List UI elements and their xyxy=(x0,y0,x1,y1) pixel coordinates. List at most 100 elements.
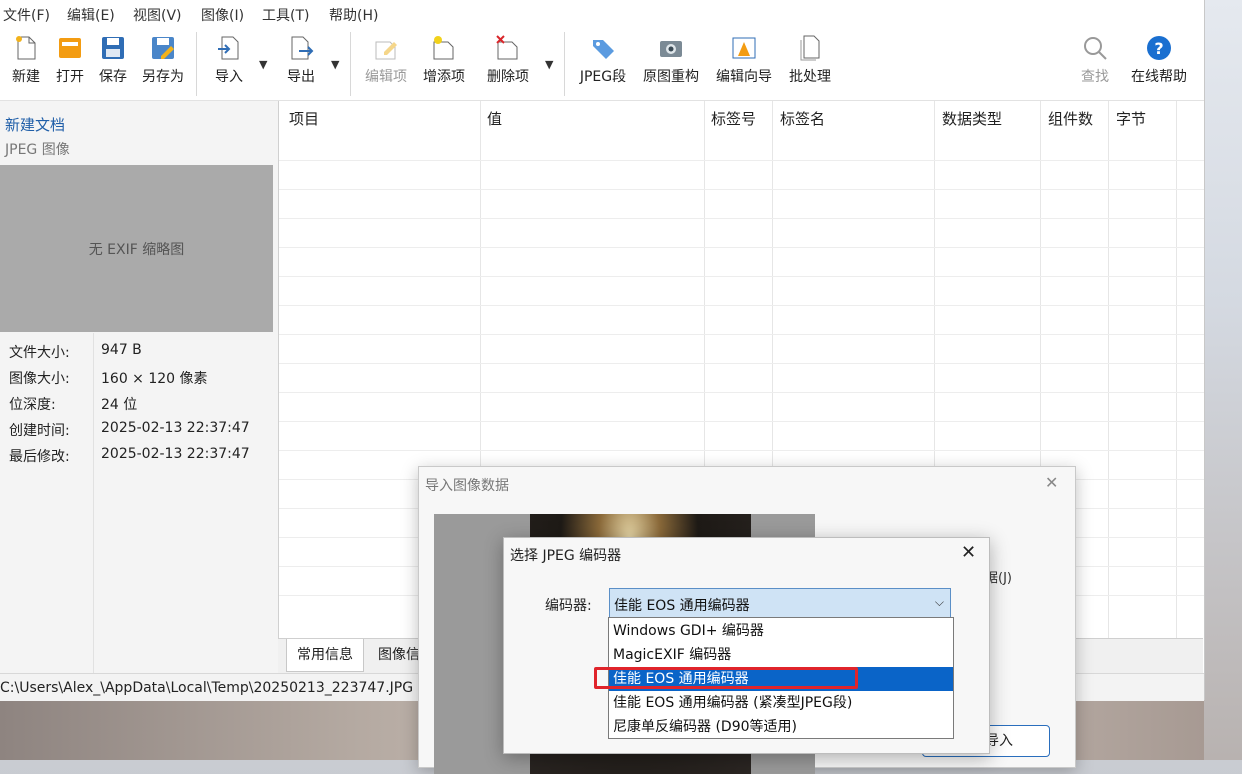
encoder-option-gdi[interactable]: Windows GDI+ 编码器 xyxy=(609,619,953,643)
batch-button[interactable]: 批处理 xyxy=(786,34,834,86)
tab-image-info-label: 图像信 xyxy=(378,647,420,663)
new-label: 新建 xyxy=(12,69,40,85)
menu-tools[interactable]: 工具(T) xyxy=(262,5,309,25)
document-title[interactable]: 新建文档 xyxy=(5,114,65,135)
prop-bit-depth-value: 24 位 xyxy=(101,397,138,413)
chevron-down-icon: ⌵ xyxy=(934,595,944,609)
menu-help[interactable]: 帮助(H) xyxy=(329,5,378,25)
export-label: 导出 xyxy=(287,69,315,85)
column-header-tag-id[interactable]: 标签号 xyxy=(711,108,756,129)
menu-file[interactable]: 文件(F) xyxy=(3,5,50,25)
jpeg-segment-label: JPEG段 xyxy=(579,69,627,85)
toolbar-separator xyxy=(196,32,197,96)
encoder-option-canon-eos-compact[interactable]: 佳能 EOS 通用编码器 (紧凑型JPEG段) xyxy=(609,691,953,715)
edit-wizard-button[interactable]: 编辑向导 xyxy=(713,34,775,86)
find-button[interactable]: 查找 xyxy=(1078,34,1112,86)
no-thumbnail-text: 无 EXIF 缩略图 xyxy=(88,241,185,258)
table-row xyxy=(279,392,1204,393)
search-icon xyxy=(1084,37,1107,60)
import-icon xyxy=(218,36,239,60)
batch-icon xyxy=(800,35,820,61)
tab-common-info[interactable]: 常用信息 xyxy=(286,639,364,672)
delete-item-button[interactable]: 删除项 xyxy=(484,34,532,86)
save-as-label: 另存为 xyxy=(142,69,184,85)
document-type: JPEG 图像 xyxy=(5,142,70,158)
prop-created-value: 2025-02-13 22:37:47 xyxy=(101,420,250,436)
column-header-value[interactable]: 值 xyxy=(487,108,502,129)
import-button[interactable]: 导入 xyxy=(212,34,246,86)
save-as-button[interactable]: 另存为 xyxy=(139,34,187,86)
new-button[interactable]: 新建 xyxy=(8,34,44,86)
toolbar: 新建 打开 保存 另存为 导入 ▼ 导出 ▼ 编辑项 增添项 删除项 ▼ JPE… xyxy=(0,28,1204,101)
table-row xyxy=(279,363,1204,364)
tab-common-info-label: 常用信息 xyxy=(297,647,353,663)
column-header-count[interactable]: 组件数 xyxy=(1048,108,1093,129)
prop-image-size-key: 图像大小: xyxy=(9,371,70,387)
encoder-select[interactable]: 佳能 EOS 通用编码器 ⌵ xyxy=(609,588,951,618)
toolbar-separator xyxy=(564,32,565,96)
prop-modified-value: 2025-02-13 22:37:47 xyxy=(101,446,250,462)
column-header-tag-name[interactable]: 标签名 xyxy=(780,108,825,129)
menu-bar: 文件(F) 编辑(E) 视图(V) 图像(I) 工具(T) 帮助(H) xyxy=(0,0,1204,28)
column-divider xyxy=(1108,101,1109,638)
table-row xyxy=(279,160,1204,161)
online-help-button[interactable]: ? 在线帮助 xyxy=(1128,34,1190,86)
close-icon[interactable]: ✕ xyxy=(961,542,976,563)
column-divider xyxy=(1176,101,1177,638)
edit-item-button[interactable]: 编辑项 xyxy=(362,34,410,86)
online-help-label: 在线帮助 xyxy=(1131,69,1187,85)
prop-modified-key: 最后修改: xyxy=(9,449,70,465)
edit-item-icon xyxy=(375,41,397,60)
menu-edit[interactable]: 编辑(E) xyxy=(67,5,115,25)
tag-icon xyxy=(593,40,614,59)
menu-view[interactable]: 视图(V) xyxy=(133,5,182,25)
column-header-bytes[interactable]: 字节 xyxy=(1116,108,1146,129)
encoder-label: 编码器: xyxy=(545,598,592,614)
rebuild-label: 原图重构 xyxy=(643,69,699,85)
floppy-icon xyxy=(102,37,124,59)
export-dropdown-arrow[interactable]: ▼ xyxy=(331,58,339,71)
camera-icon xyxy=(660,41,682,57)
table-row xyxy=(279,305,1204,306)
delete-dropdown-arrow[interactable]: ▼ xyxy=(545,58,553,71)
add-item-label: 增添项 xyxy=(423,69,465,85)
prop-bit-depth-key: 位深度: xyxy=(9,397,56,413)
open-button[interactable]: 打开 xyxy=(53,34,87,86)
import-dialog-title: 导入图像数据 xyxy=(425,478,509,494)
prop-created-key: 创建时间: xyxy=(9,423,70,439)
desktop-background-right xyxy=(1204,0,1242,760)
add-item-icon xyxy=(433,36,454,60)
add-item-button[interactable]: 增添项 xyxy=(420,34,468,86)
close-icon[interactable]: ✕ xyxy=(1045,473,1058,492)
column-header-data-type[interactable]: 数据类型 xyxy=(942,108,1002,129)
table-row xyxy=(279,450,1204,451)
delete-item-icon xyxy=(496,35,518,60)
import-dropdown-arrow[interactable]: ▼ xyxy=(259,58,267,71)
selection-highlight-box xyxy=(594,667,858,689)
delete-item-label: 删除项 xyxy=(487,69,529,85)
find-label: 查找 xyxy=(1081,69,1109,85)
batch-label: 批处理 xyxy=(789,69,831,85)
open-label: 打开 xyxy=(56,69,84,85)
toolbar-separator xyxy=(350,32,351,96)
table-row xyxy=(279,334,1204,335)
new-file-icon xyxy=(16,36,36,60)
status-file-path: C:\Users\Alex_\AppData\Local\Temp\202502… xyxy=(0,680,414,696)
encoder-option-magicexif[interactable]: MagicEXIF 编码器 xyxy=(609,643,953,667)
save-as-icon xyxy=(152,37,174,59)
prop-file-size-key: 文件大小: xyxy=(9,345,70,361)
jpeg-segment-button[interactable]: JPEG段 xyxy=(576,34,630,86)
encoder-selected-value: 佳能 EOS 通用编码器 xyxy=(614,598,750,614)
export-button[interactable]: 导出 xyxy=(284,34,318,86)
edit-wizard-label: 编辑向导 xyxy=(716,69,772,85)
table-row xyxy=(279,276,1204,277)
wizard-icon xyxy=(732,37,756,59)
table-row xyxy=(279,189,1204,190)
menu-image[interactable]: 图像(I) xyxy=(201,5,244,25)
save-button[interactable]: 保存 xyxy=(96,34,130,86)
table-row xyxy=(279,247,1204,248)
encoder-option-nikon-dslr[interactable]: 尼康单反编码器 (D90等适用) xyxy=(609,715,953,739)
column-header-item[interactable]: 项目 xyxy=(289,108,319,129)
table-row xyxy=(279,218,1204,219)
rebuild-button[interactable]: 原图重构 xyxy=(640,34,702,86)
